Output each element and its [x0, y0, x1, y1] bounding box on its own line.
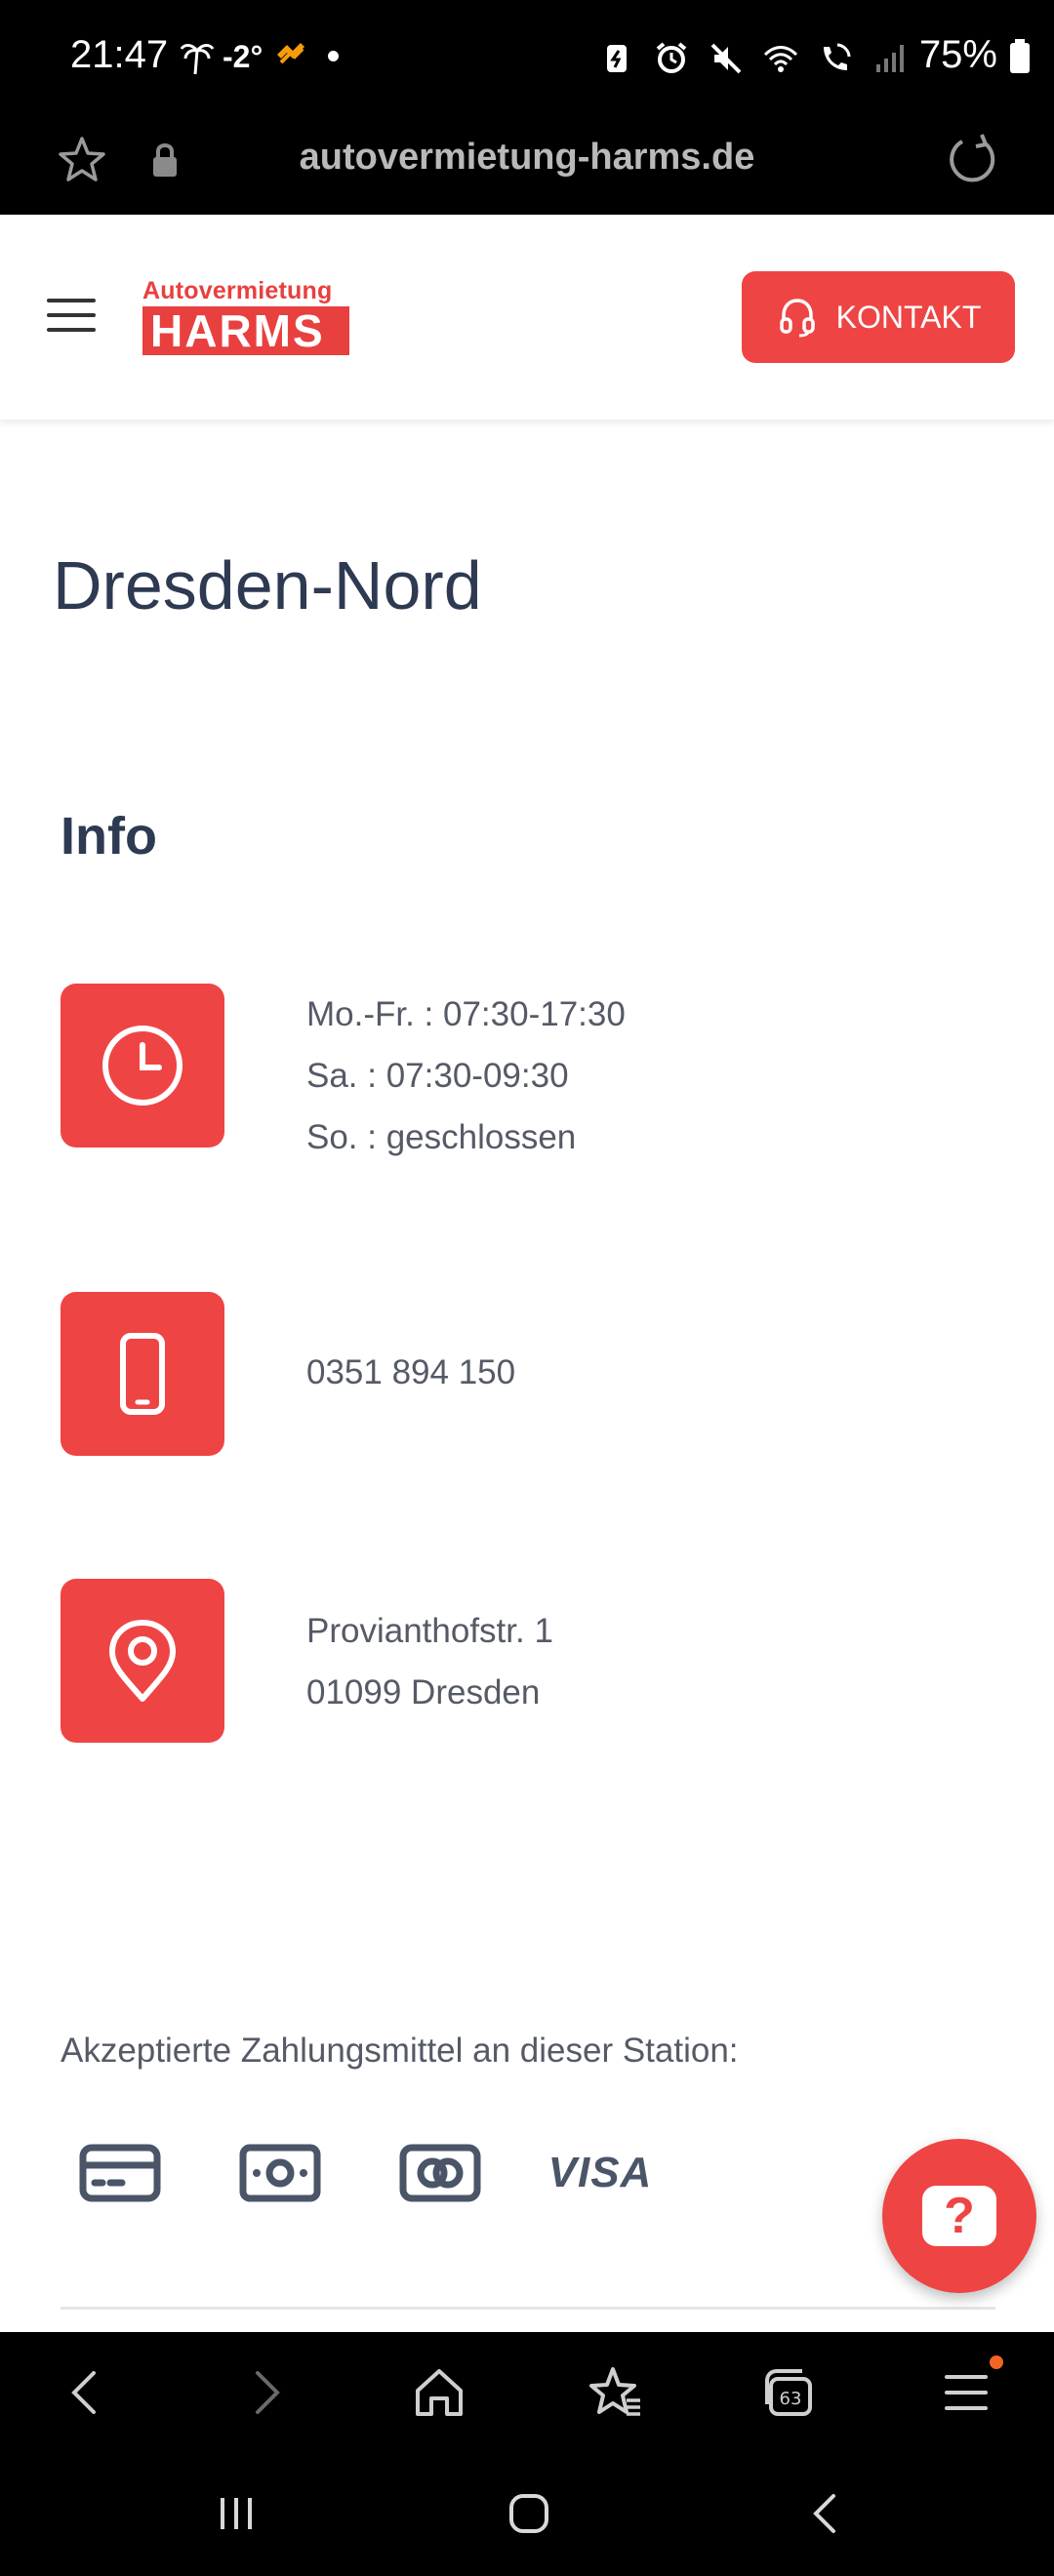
battery-icon	[1010, 39, 1030, 73]
headset-icon	[779, 299, 815, 338]
reload-icon[interactable]	[943, 131, 1001, 189]
back-button[interactable]	[55, 2361, 117, 2424]
phone-icon-box	[61, 1292, 224, 1456]
payment-visa: VISA	[541, 2137, 660, 2209]
tabs-count: 63	[780, 2389, 802, 2409]
battery-percentage: 75%	[918, 33, 997, 76]
url-address[interactable]: autovermietung-harms.de	[0, 137, 1054, 179]
logo-bottom-text: HARMS	[142, 306, 349, 355]
phone-number[interactable]: 0351 894 150	[306, 1342, 515, 1403]
card-icon	[79, 2144, 161, 2202]
help-chat-button[interactable]: ?	[882, 2139, 1036, 2293]
battery-saver-icon	[607, 45, 627, 72]
site-header: Autovermietung HARMS KONTAKT	[0, 215, 1054, 420]
system-home-button[interactable]	[500, 2484, 558, 2543]
signal-icon	[876, 45, 904, 72]
page-title: Dresden-Nord	[53, 547, 482, 624]
contact-button[interactable]: KONTAKT	[742, 271, 1015, 363]
tabs-button[interactable]: 63	[757, 2361, 820, 2424]
hamburger-menu-icon[interactable]	[47, 299, 96, 334]
hours-sunday: So. : geschlossen	[306, 1118, 577, 1156]
browser-url-bar: autovermietung-harms.de	[0, 115, 1054, 215]
app-notification-icon	[277, 43, 304, 64]
address-city: 01099 Dresden	[306, 1673, 541, 1711]
opening-hours: Mo.-Fr. : 07:30-17:30 Sa. : 07:30-09:30 …	[306, 984, 626, 1168]
help-question-icon: ?	[922, 2186, 996, 2246]
status-time: 21:47	[70, 33, 169, 76]
payment-methods: VISA	[61, 2137, 660, 2209]
mastercard-icon	[399, 2144, 481, 2202]
tabs-icon: 63	[765, 2369, 812, 2416]
home-button[interactable]	[408, 2361, 470, 2424]
wifi-icon	[763, 46, 798, 72]
status-bar: 21:47 -2° 75%	[0, 0, 1054, 115]
hours-saturday: Sa. : 07:30-09:30	[306, 1057, 569, 1095]
forward-button[interactable]	[234, 2361, 297, 2424]
browser-menu-button[interactable]	[935, 2361, 997, 2424]
info-heading: Info	[61, 807, 157, 865]
clock-icon	[102, 1026, 182, 1106]
visa-logo: VISA	[547, 2149, 653, 2196]
logo[interactable]: Autovermietung HARMS	[142, 277, 351, 357]
mute-icon	[710, 43, 742, 74]
palm-tree-icon	[180, 44, 215, 75]
contact-button-label: KONTAKT	[835, 299, 982, 335]
logo-top-text: Autovermietung	[142, 277, 333, 304]
address-icon-box	[61, 1579, 224, 1743]
address-street: Provianthofstr. 1	[306, 1612, 553, 1650]
bookmarks-icon	[589, 2367, 640, 2416]
forward-icon	[256, 2371, 280, 2414]
recent-apps-icon	[221, 2498, 252, 2529]
smartphone-icon	[120, 1333, 165, 1415]
payment-heading: Akzeptierte Zahlungsmittel an dieser Sta…	[61, 2032, 739, 2070]
payment-mastercard	[381, 2137, 500, 2209]
payment-card	[61, 2137, 180, 2209]
alarm-icon	[656, 42, 687, 73]
recent-apps-button[interactable]	[207, 2484, 265, 2543]
browser-bottom-bar: 63	[0, 2332, 1054, 2455]
wifi-calling-icon	[824, 43, 851, 70]
system-navigation-bar	[0, 2455, 1054, 2576]
menu-icon	[945, 2375, 988, 2410]
address: Provianthofstr. 1 01099 Dresden	[306, 1600, 553, 1723]
menu-notification-dot	[990, 2355, 1003, 2369]
cash-icon	[239, 2144, 321, 2202]
bookmarks-button[interactable]	[584, 2361, 646, 2424]
status-icons	[599, 39, 908, 78]
payment-cash	[221, 2137, 340, 2209]
system-back-button[interactable]	[796, 2484, 855, 2543]
divider	[61, 2307, 995, 2310]
system-home-icon	[509, 2494, 548, 2533]
opening-hours-icon-box	[61, 984, 224, 1147]
system-back-icon	[813, 2494, 835, 2533]
hours-weekdays: Mo.-Fr. : 07:30-17:30	[306, 995, 626, 1033]
back-icon	[71, 2371, 96, 2414]
status-temperature: -2°	[223, 39, 264, 74]
home-icon	[416, 2369, 463, 2416]
location-pin-icon	[109, 1620, 176, 1702]
notification-dot	[328, 51, 339, 61]
